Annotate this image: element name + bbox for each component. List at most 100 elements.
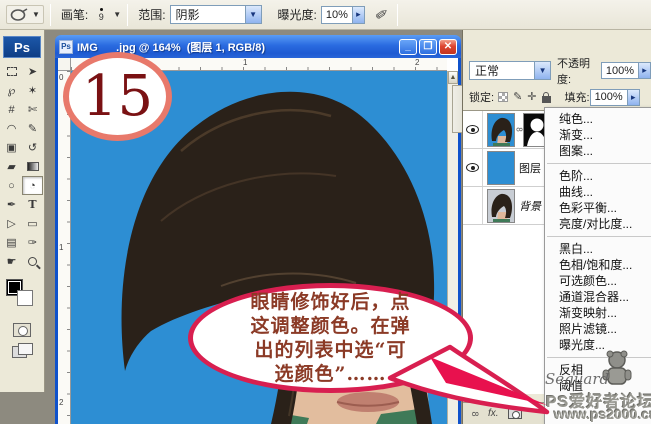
brush-preview[interactable]: 9 bbox=[92, 8, 110, 21]
scroll-up-icon[interactable]: ▲ bbox=[448, 71, 458, 84]
menu-separator bbox=[547, 357, 651, 358]
fill-label: 填充: bbox=[565, 89, 590, 105]
blend-mode-row: 正常 ▼ 不透明度: 100% ▸ bbox=[463, 57, 651, 84]
airbrush-toggle-icon[interactable]: ✐ bbox=[373, 5, 389, 25]
ruler-mark: 0 bbox=[59, 73, 63, 82]
ruler-corner bbox=[58, 58, 71, 71]
menu-item[interactable]: 纯色... bbox=[545, 111, 651, 127]
history-brush-tool[interactable]: ↺ bbox=[22, 138, 43, 157]
notes-tool[interactable]: ▤ bbox=[1, 233, 22, 252]
path-select-tool[interactable]: ▷ bbox=[1, 214, 22, 233]
opacity-label: 不透明度: bbox=[557, 55, 601, 87]
layer-style-icon[interactable]: fx. bbox=[488, 408, 499, 419]
opacity-input[interactable]: 100% ▸ bbox=[601, 62, 651, 79]
move-tool[interactable]: ➤ bbox=[22, 62, 43, 81]
range-label: 范围: bbox=[138, 6, 165, 23]
exposure-label: 曝光度: bbox=[278, 6, 317, 23]
speech-line: 选颜色”…… bbox=[275, 362, 387, 386]
link-layers-icon[interactable]: 8 bbox=[470, 410, 480, 418]
range-select[interactable]: 阴影 ▼ bbox=[170, 5, 262, 24]
shape-tool[interactable]: ▭ bbox=[22, 214, 43, 233]
eye-icon bbox=[466, 125, 479, 134]
marquee-tool[interactable] bbox=[1, 62, 22, 81]
lock-all-icon[interactable] bbox=[542, 96, 551, 103]
divider bbox=[397, 4, 398, 26]
screen-mode-button[interactable] bbox=[12, 343, 32, 357]
menu-item[interactable]: 阈值 bbox=[545, 378, 651, 394]
photoshop-logo[interactable]: Ps bbox=[3, 36, 41, 58]
menu-item[interactable]: 通道混合器... bbox=[545, 289, 651, 305]
menu-item[interactable]: 亮度/对比度... bbox=[545, 216, 651, 232]
magic-wand-tool[interactable]: ✶ bbox=[22, 81, 43, 100]
visibility-cell[interactable] bbox=[463, 111, 483, 148]
lock-position-icon[interactable]: ✛ bbox=[527, 92, 536, 102]
menu-item[interactable]: 图案... bbox=[545, 143, 651, 159]
chevron-right-icon[interactable]: ▸ bbox=[352, 7, 364, 23]
menu-item[interactable]: 照片滤镜... bbox=[545, 321, 651, 337]
brush-tool[interactable]: ✎ bbox=[22, 119, 43, 138]
brush-label: 画笔: bbox=[61, 6, 88, 23]
ruler-mark: 1 bbox=[243, 58, 247, 67]
tool-options-bar: ▼ 画笔: 9 ▼ 范围: 阴影 ▼ 曝光度: 10% ▸ ✐ bbox=[0, 0, 651, 30]
menu-item[interactable]: 曝光度... bbox=[545, 337, 651, 353]
layer-thumbnail[interactable] bbox=[487, 113, 515, 147]
lock-transparency-icon[interactable] bbox=[498, 92, 508, 102]
menu-item[interactable]: 色阶... bbox=[545, 168, 651, 184]
chevron-right-icon[interactable]: ▸ bbox=[638, 63, 650, 78]
menu-item[interactable]: 色彩平衡... bbox=[545, 200, 651, 216]
chevron-down-icon[interactable]: ▼ bbox=[113, 10, 121, 19]
healing-brush-tool[interactable]: ◠ bbox=[1, 119, 22, 138]
maximize-button[interactable]: ❐ bbox=[419, 39, 437, 55]
color-swatches bbox=[6, 279, 36, 309]
burn-tool-icon bbox=[10, 7, 29, 22]
document-icon: Ps bbox=[59, 40, 73, 54]
fill-input[interactable]: 100% ▸ bbox=[590, 89, 640, 106]
visibility-cell-empty[interactable] bbox=[463, 187, 483, 224]
divider bbox=[127, 4, 128, 26]
minimize-button[interactable]: _ bbox=[399, 39, 417, 55]
photo-thumb bbox=[488, 190, 514, 222]
layer-thumbnail[interactable] bbox=[487, 189, 515, 223]
type-tool[interactable]: T bbox=[22, 195, 43, 214]
hand-tool[interactable]: ☛ bbox=[1, 252, 22, 271]
lasso-tool[interactable]: ℘ bbox=[1, 81, 22, 100]
quick-mask-button[interactable] bbox=[13, 323, 31, 337]
slice-tool[interactable]: ✄ bbox=[22, 100, 43, 119]
layer-thumbnail-blue[interactable] bbox=[487, 151, 515, 185]
menu-item[interactable]: 反相 bbox=[545, 362, 651, 378]
zoom-tool[interactable] bbox=[22, 252, 43, 271]
opacity-value: 100% bbox=[602, 65, 638, 77]
menu-item[interactable]: 黑白... bbox=[545, 241, 651, 257]
exposure-value: 10% bbox=[322, 9, 352, 21]
vertical-scrollbar[interactable]: ▲ bbox=[447, 71, 458, 424]
add-mask-icon[interactable] bbox=[508, 408, 522, 419]
blend-mode-value: 正常 bbox=[470, 62, 534, 79]
menu-item[interactable]: 色相/饱和度... bbox=[545, 257, 651, 273]
menu-item[interactable]: 可选颜色... bbox=[545, 273, 651, 289]
blend-mode-select[interactable]: 正常 ▼ bbox=[469, 61, 551, 80]
burn-tool-preset[interactable]: ▼ bbox=[6, 5, 44, 24]
eraser-tool[interactable]: ▰ bbox=[1, 157, 22, 176]
chevron-down-icon: ▼ bbox=[245, 6, 261, 23]
lock-paint-icon[interactable]: ✎ bbox=[513, 92, 522, 102]
ruler-mark: 2 bbox=[415, 58, 419, 67]
crop-tool[interactable]: # bbox=[1, 100, 22, 119]
menu-item[interactable]: 渐变... bbox=[545, 127, 651, 143]
pen-tool[interactable]: ✒ bbox=[1, 195, 22, 214]
dodge-burn-tool-selected[interactable]: ◔ bbox=[22, 176, 43, 195]
clone-stamp-tool[interactable]: ▣ bbox=[1, 138, 22, 157]
lock-icons: ✎ ✛ bbox=[498, 92, 550, 103]
eyedropper-tool[interactable]: ✑ bbox=[22, 233, 43, 252]
divider bbox=[50, 4, 51, 26]
menu-item[interactable]: 曲线... bbox=[545, 184, 651, 200]
gradient-tool[interactable] bbox=[22, 157, 43, 176]
chevron-right-icon[interactable]: ▸ bbox=[627, 90, 639, 105]
exposure-input[interactable]: 10% ▸ bbox=[321, 6, 365, 24]
visibility-cell[interactable] bbox=[463, 149, 483, 186]
blur-tool[interactable]: ○ bbox=[1, 176, 22, 195]
speech-line: 眼睛修饰好后，点 bbox=[250, 290, 410, 314]
close-button[interactable]: ✕ bbox=[439, 39, 457, 55]
brush-tip-icon bbox=[100, 8, 103, 11]
background-color-swatch[interactable] bbox=[17, 290, 33, 306]
menu-item[interactable]: 渐变映射... bbox=[545, 305, 651, 321]
